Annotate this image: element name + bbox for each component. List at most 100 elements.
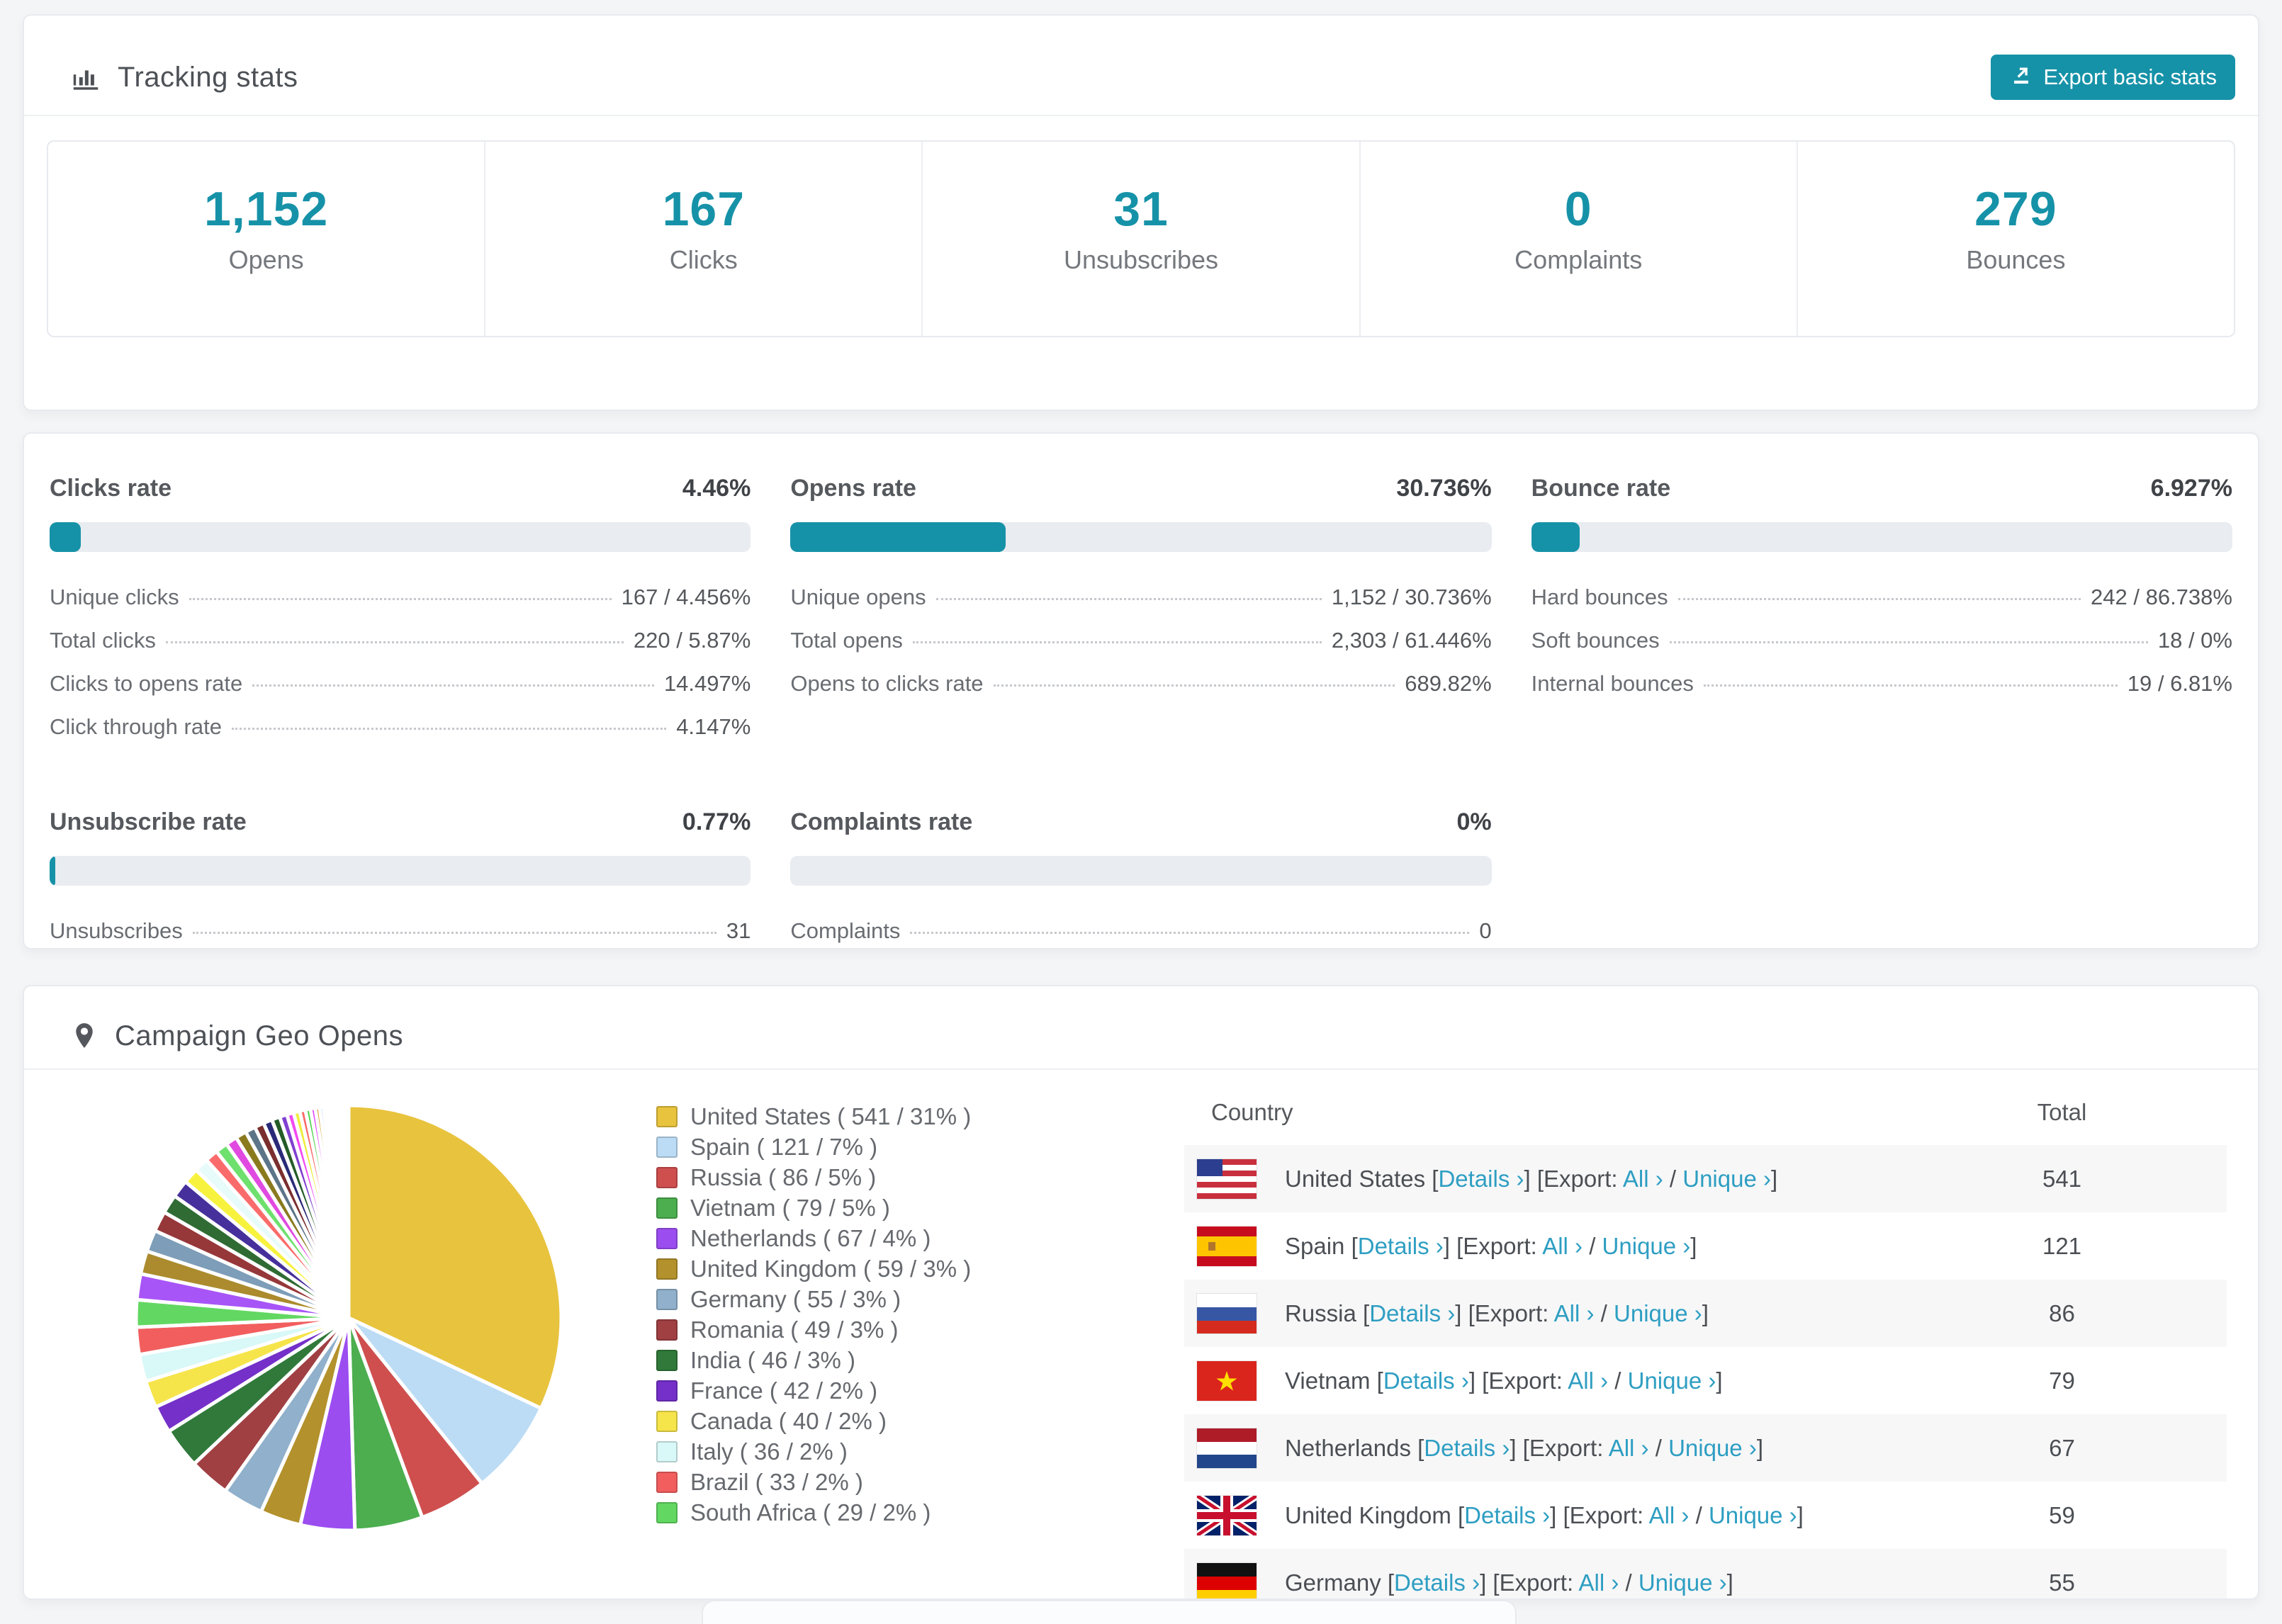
legend-swatch (656, 1410, 678, 1432)
column-header-total: Total (2037, 1099, 2087, 1125)
legend-item[interactable]: Spain ( 121 / 7% ) (656, 1132, 1145, 1162)
export-all-link-vn[interactable]: All › (1568, 1368, 1608, 1394)
rate-row: Total opens 2,303 / 61.446% (790, 628, 1491, 653)
dotted-leader (1677, 598, 2081, 600)
export-unique-link-de[interactable]: Unique › (1639, 1569, 1727, 1596)
legend-swatch (656, 1197, 678, 1219)
export-basic-stats-button[interactable]: Export basic stats (1991, 55, 2235, 100)
legend-swatch (656, 1380, 678, 1402)
legend-label: Germany ( 55 / 3% ) (690, 1285, 901, 1312)
rate-title: Bounce rate (1531, 475, 1671, 502)
legend-label: Vietnam ( 79 / 5% ) (690, 1194, 890, 1221)
export-unique-link-vn[interactable]: Unique › (1628, 1368, 1716, 1394)
flag-es-icon (1197, 1226, 1257, 1266)
stat-box-opens: 1,152 Opens (48, 142, 486, 336)
details-link-nl[interactable]: Details › (1424, 1435, 1510, 1461)
rate-title: Unsubscribe rate (50, 808, 247, 835)
export-unique-link-nl[interactable]: Unique › (1668, 1435, 1757, 1461)
legend-item[interactable]: Vietnam ( 79 / 5% ) (656, 1192, 1145, 1223)
stat-label: Unsubscribes (1063, 245, 1219, 274)
rate-row-value: 14.497% (663, 671, 751, 696)
legend-item[interactable]: Netherlands ( 67 / 4% ) (656, 1223, 1145, 1253)
rate-value: 6.927% (2150, 475, 2232, 502)
legend-item[interactable]: United Kingdom ( 59 / 3% ) (656, 1253, 1145, 1284)
details-link-gb[interactable]: Details › (1464, 1502, 1550, 1528)
rate-rows: Unsubscribes 31 (50, 918, 751, 944)
legend-item[interactable]: Romania ( 49 / 3% ) (656, 1314, 1145, 1345)
details-link-vn[interactable]: Details › (1383, 1368, 1469, 1394)
legend-item[interactable]: Brazil ( 33 / 2% ) (656, 1467, 1145, 1497)
legend-item[interactable]: South Africa ( 29 / 2% ) (656, 1497, 1145, 1528)
export-all-link-ru[interactable]: All › (1554, 1300, 1595, 1326)
cell-country: Spain [Details ›] [Export: All › / Uniqu… (1184, 1226, 1897, 1266)
stat-value: 279 (1974, 182, 2057, 236)
export-unique-link-ru[interactable]: Unique › (1614, 1300, 1702, 1326)
legend-item[interactable]: India ( 46 / 3% ) (656, 1345, 1145, 1375)
details-link-us[interactable]: Details › (1438, 1166, 1524, 1192)
legend-swatch (656, 1501, 678, 1523)
rate-row: Unique clicks 167 / 4.456% (50, 585, 751, 610)
rate-panel-head: Unsubscribe rate 0.77% (50, 808, 751, 836)
cell-total: 67 (2049, 1434, 2075, 1461)
cell-country: Russia [Details ›] [Export: All › / Uniq… (1184, 1293, 1897, 1333)
table-row-us: United States [Details ›] [Export: All ›… (1184, 1145, 2227, 1212)
details-link-es[interactable]: Details › (1358, 1233, 1444, 1259)
export-all-link-gb[interactable]: All › (1649, 1502, 1690, 1528)
rate-row-label: Opens to clicks rate (790, 671, 984, 696)
legend-swatch (656, 1136, 678, 1158)
legend-label: Spain ( 121 / 7% ) (690, 1133, 878, 1160)
country-cell-text: United States [Details ›] [Export: All ›… (1285, 1165, 1778, 1192)
export-all-link-nl[interactable]: All › (1609, 1435, 1649, 1461)
rate-row: Click through rate 4.147% (50, 714, 751, 740)
bottom-scrollbar[interactable] (702, 1600, 1517, 1624)
export-unique-link-es[interactable]: Unique › (1602, 1233, 1691, 1259)
legend-swatch (656, 1349, 678, 1371)
country-cell-text: Netherlands [Details ›] [Export: All › /… (1285, 1434, 1763, 1461)
legend-label: Romania ( 49 / 3% ) (690, 1316, 899, 1343)
rate-row-label: Click through rate (50, 714, 222, 739)
rate-progress-fill (50, 856, 55, 886)
legend-item[interactable]: Canada ( 40 / 2% ) (656, 1406, 1145, 1436)
dotted-leader (192, 932, 716, 934)
legend-item[interactable]: Russia ( 86 / 5% ) (656, 1162, 1145, 1192)
rate-row: Unique opens 1,152 / 30.736% (790, 585, 1491, 610)
export-unique-link-gb[interactable]: Unique › (1709, 1502, 1797, 1528)
details-link-de[interactable]: Details › (1394, 1569, 1480, 1596)
rate-row-label: Hard bounces (1531, 585, 1668, 609)
legend-item[interactable]: France ( 42 / 2% ) (656, 1375, 1145, 1406)
rate-row-value: 167 / 4.456% (621, 585, 751, 609)
export-all-link-de[interactable]: All › (1578, 1569, 1619, 1596)
legend-swatch (656, 1166, 678, 1188)
legend-item[interactable]: United States ( 541 / 31% ) (656, 1101, 1145, 1132)
stat-label: Complaints (1514, 245, 1643, 274)
legend-swatch (656, 1440, 678, 1462)
rate-row: Hard bounces 242 / 86.738% (1531, 585, 2232, 610)
table-row-ru: Russia [Details ›] [Export: All › / Uniq… (1184, 1280, 2227, 1347)
rate-row-label: Soft bounces (1531, 628, 1660, 653)
stat-value: 31 (1113, 182, 1169, 236)
stat-value: 167 (662, 182, 746, 236)
rate-row-label: Complaints (790, 918, 901, 943)
geo-table: Country Total United States [Details ›] … (1184, 1080, 2227, 1598)
rate-row-label: Total opens (790, 628, 903, 653)
rate-panel-clicks: Clicks rate 4.46% Unique clicks 167 / 4.456… (50, 475, 751, 757)
rate-row-label: Unsubscribes (50, 918, 183, 943)
legend-label: Russia ( 86 / 5% ) (690, 1163, 877, 1190)
cell-country: United States [Details ›] [Export: All ›… (1184, 1158, 1897, 1199)
rate-progress-track (1531, 522, 2232, 552)
export-all-link-us[interactable]: All › (1623, 1166, 1663, 1192)
rate-progress-track (50, 856, 751, 886)
rate-row: Complaints 0 (790, 918, 1491, 944)
geo-legend: United States ( 541 / 31% ) Spain ( 121 /… (656, 1101, 1145, 1528)
stat-label: Opens (228, 245, 304, 274)
cell-total: 541 (2042, 1165, 2082, 1192)
legend-item[interactable]: Germany ( 55 / 3% ) (656, 1284, 1145, 1314)
export-all-link-es[interactable]: All › (1542, 1233, 1583, 1259)
legend-label: Brazil ( 33 / 2% ) (690, 1468, 863, 1495)
export-icon (2009, 62, 2033, 92)
legend-item[interactable]: Italy ( 36 / 2% ) (656, 1436, 1145, 1467)
details-link-ru[interactable]: Details › (1369, 1300, 1455, 1326)
export-unique-link-us[interactable]: Unique › (1682, 1166, 1771, 1192)
rate-row-label: Unique clicks (50, 585, 179, 609)
rate-row-value: 18 / 0% (2157, 628, 2232, 653)
